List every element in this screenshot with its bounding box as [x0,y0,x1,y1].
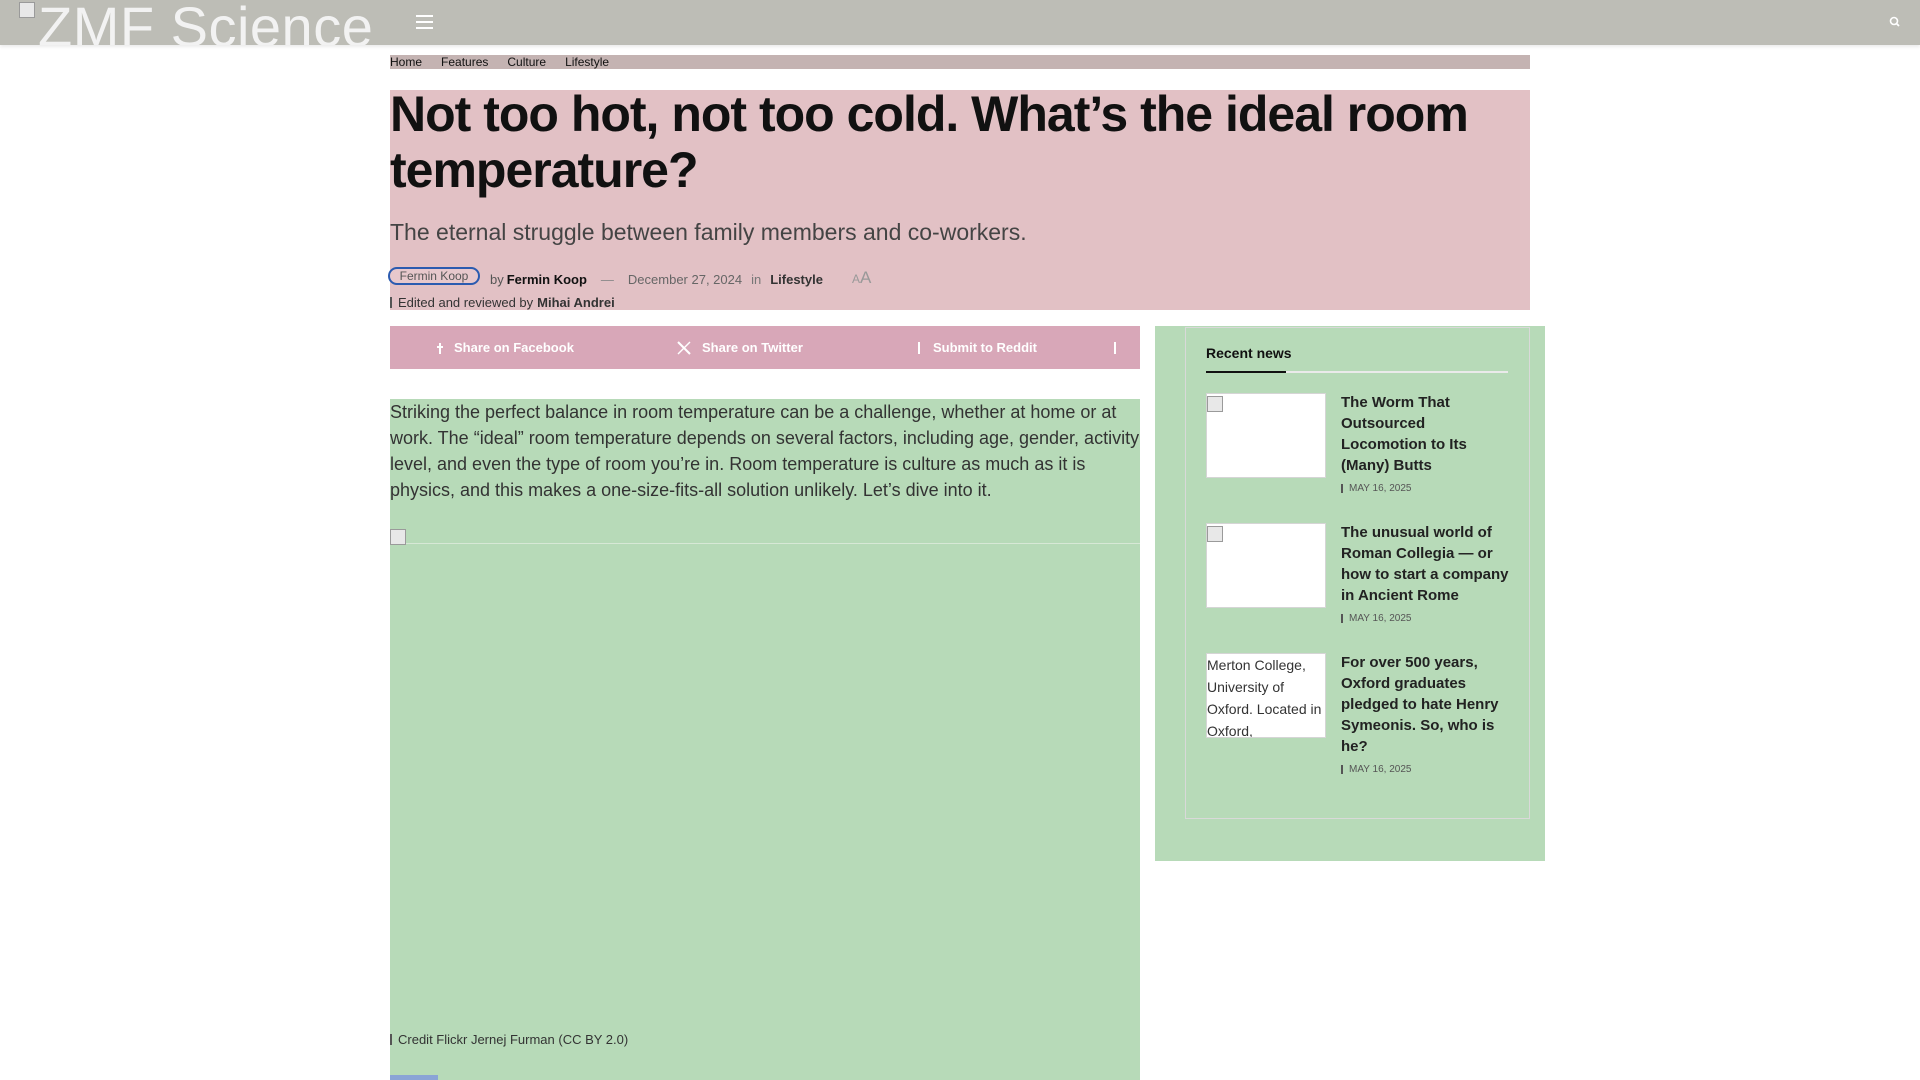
thumbnail-alt-text: Merton College, University of Oxford. Lo… [1207,657,1322,738]
news-date-text: MAY 16, 2025 [1349,613,1412,624]
meta-separator: — [600,271,614,287]
image-caption-text: Credit Flickr Jernej Furman (CC BY 2.0) [398,1032,629,1047]
broken-image-icon [390,529,406,545]
news-thumbnail[interactable] [1206,523,1326,608]
broken-image-icon [1207,396,1223,412]
share-twitter-button[interactable]: Share on Twitter [677,340,803,355]
share-more-icon [1114,341,1116,354]
image-border [406,543,1140,544]
breadcrumb: Home Features Culture Lifestyle [390,55,1530,69]
site-header: ZMF Science [0,0,1920,45]
submit-reddit-button[interactable]: Submit to Reddit [916,340,1037,355]
facebook-icon [437,342,443,354]
editor-line: Edited and reviewed by Mihai Andrei [390,295,615,310]
broken-image-icon [1207,526,1223,542]
share-more-button[interactable] [1112,341,1129,354]
hamburger-menu-icon[interactable] [416,15,433,29]
tag-button[interactable] [390,1075,438,1080]
pencil-icon [390,297,392,308]
editor-name[interactable]: Mihai Andrei [537,295,615,310]
news-thumbnail[interactable]: Merton College, University of Oxford. Lo… [1206,653,1326,738]
news-date: MAY 16, 2025 [1341,483,1411,494]
news-title[interactable]: For over 500 years, Oxford graduates ple… [1341,652,1511,757]
article-paragraph: Striking the perfect balance in room tem… [390,402,1140,500]
image-caption: Credit Flickr Jernej Furman (CC BY 2.0) [390,1032,628,1047]
article-subtitle: The eternal struggle between family memb… [390,219,1027,245]
share-facebook-button[interactable]: Share on Facebook [437,340,574,355]
submit-reddit-label: Submit to Reddit [933,340,1037,355]
article-meta: Fermin Koop by Fermin Koop — December 27… [388,266,871,292]
x-twitter-icon [677,340,691,355]
camera-icon [390,1034,392,1045]
search-icon[interactable] [1888,15,1902,29]
site-logo[interactable]: ZMF Science [19,0,373,45]
breadcrumb-item-lifestyle[interactable]: Lifestyle [565,55,609,69]
share-bar: Share on Facebook Share on Twitter Submi… [390,326,1140,369]
breadcrumb-item-home[interactable]: Home [390,55,422,69]
recent-news-divider [1206,371,1508,373]
article-image [390,525,1140,1015]
breadcrumb-item-culture[interactable]: Culture [507,55,546,69]
share-twitter-label: Share on Twitter [702,340,803,355]
clock-icon [1341,765,1343,774]
edited-label: Edited and reviewed by [398,295,534,310]
logo-alt-text: ZMF Science [38,0,374,45]
publish-date[interactable]: December 27, 2024 [628,272,742,287]
font-size-toggle[interactable]: AA [852,268,871,288]
news-title[interactable]: The Worm That Outsourced Locomotion to I… [1341,392,1511,476]
author-link[interactable]: Fermin Koop [507,272,587,287]
clock-icon [1341,484,1343,493]
breadcrumb-item-features[interactable]: Features [441,55,488,69]
news-date: MAY 16, 2025 [1341,764,1411,775]
reddit-icon [918,341,920,354]
news-date: MAY 16, 2025 [1341,613,1411,624]
news-title[interactable]: The unusual world of Roman Collegia — or… [1341,522,1511,606]
recent-news-title: Recent news [1206,345,1292,361]
in-label: in [751,271,762,287]
font-large-label: A [859,268,872,287]
share-facebook-label: Share on Facebook [454,340,574,355]
by-label: by [490,271,504,287]
font-small-label: A [851,272,860,286]
news-date-text: MAY 16, 2025 [1349,764,1412,775]
category-link[interactable]: Lifestyle [770,272,823,287]
article-title: Not too hot, not too cold. What’s the id… [390,86,1469,198]
news-date-text: MAY 16, 2025 [1349,483,1412,494]
news-thumbnail[interactable] [1206,393,1326,478]
broken-image-icon [19,2,35,18]
author-avatar[interactable]: Fermin Koop [388,267,480,285]
clock-icon [1341,614,1343,623]
